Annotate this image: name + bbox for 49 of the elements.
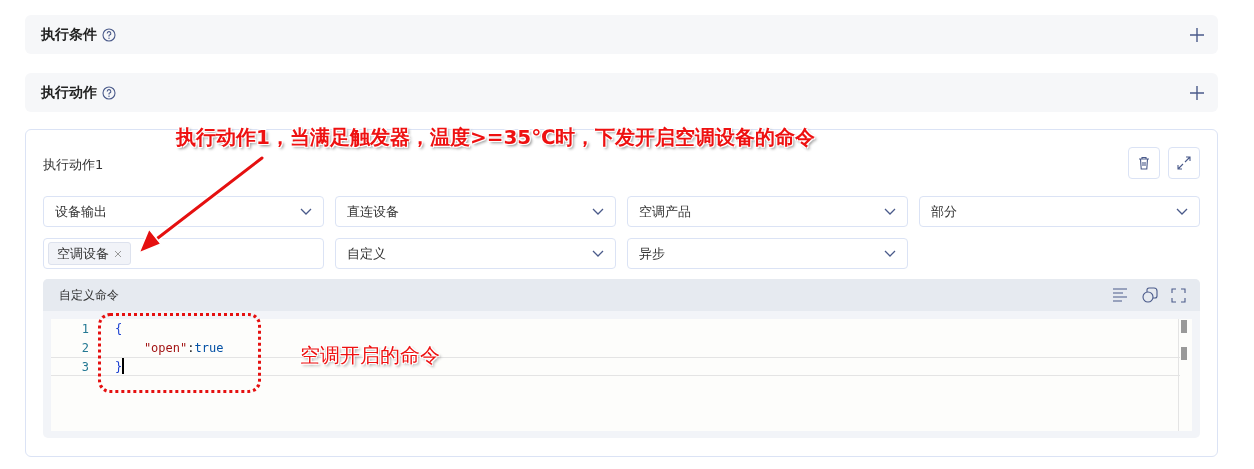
select-value: 空调产品: [639, 202, 691, 221]
select-field[interactable]: 直连设备: [335, 196, 616, 227]
chevron-down-icon: [592, 207, 604, 216]
select-field[interactable]: 设备输出: [43, 196, 324, 227]
plus-icon[interactable]: [1190, 85, 1204, 100]
fullscreen-icon[interactable]: [1171, 287, 1186, 303]
code-token: "open": [142, 339, 188, 357]
plus-icon[interactable]: [1190, 27, 1204, 42]
overlap-icon[interactable]: [1142, 287, 1158, 303]
chevron-down-icon: [884, 249, 896, 258]
editor-title: 自定义命令: [59, 287, 119, 304]
tag-select-field[interactable]: 空调设备: [43, 238, 324, 269]
annotation-text: 空调开启的命令: [300, 342, 440, 369]
expand-button[interactable]: [1168, 147, 1200, 179]
chevron-down-icon: [1176, 207, 1188, 216]
section-title: 执行动作: [41, 83, 97, 102]
align-left-icon[interactable]: [1113, 288, 1129, 302]
select-value: 自定义: [347, 244, 386, 263]
expand-icon: [1177, 156, 1191, 170]
help-icon[interactable]: [102, 27, 116, 42]
code-token: }: [115, 358, 123, 376]
trash-icon: [1138, 156, 1150, 170]
line-number: 1: [80, 320, 89, 338]
close-icon[interactable]: [114, 249, 122, 258]
section-title: 执行条件: [41, 25, 97, 44]
section-header[interactable]: 执行动作: [25, 73, 1218, 112]
annotation-text: 执行动作1，当满足触发器，温度>=35℃时，下发开启空调设备的命令: [176, 124, 816, 151]
section-header[interactable]: 执行条件: [25, 15, 1218, 54]
code-token: :: [187, 339, 195, 357]
select-value: 设备输出: [55, 202, 107, 221]
tag-chip: 空调设备: [48, 242, 131, 265]
help-icon[interactable]: [102, 85, 116, 100]
select-value: 直连设备: [347, 202, 399, 221]
select-field[interactable]: 空调产品: [627, 196, 908, 227]
line-number: 3: [80, 358, 89, 376]
chevron-down-icon: [592, 249, 604, 258]
delete-button[interactable]: [1128, 147, 1160, 179]
code-token: {: [115, 320, 123, 338]
line-number: 2: [80, 339, 89, 357]
card-title: 执行动作1: [43, 156, 104, 175]
select-value: 部分: [931, 202, 957, 221]
select-field[interactable]: 部分: [919, 196, 1200, 227]
chevron-down-icon: [300, 207, 312, 216]
select-value: 异步: [639, 244, 665, 263]
code-token: true: [194, 339, 224, 357]
select-field[interactable]: 自定义: [335, 238, 616, 269]
select-field[interactable]: 异步: [627, 238, 908, 269]
chevron-down-icon: [884, 207, 896, 216]
text-cursor: [122, 357, 125, 374]
